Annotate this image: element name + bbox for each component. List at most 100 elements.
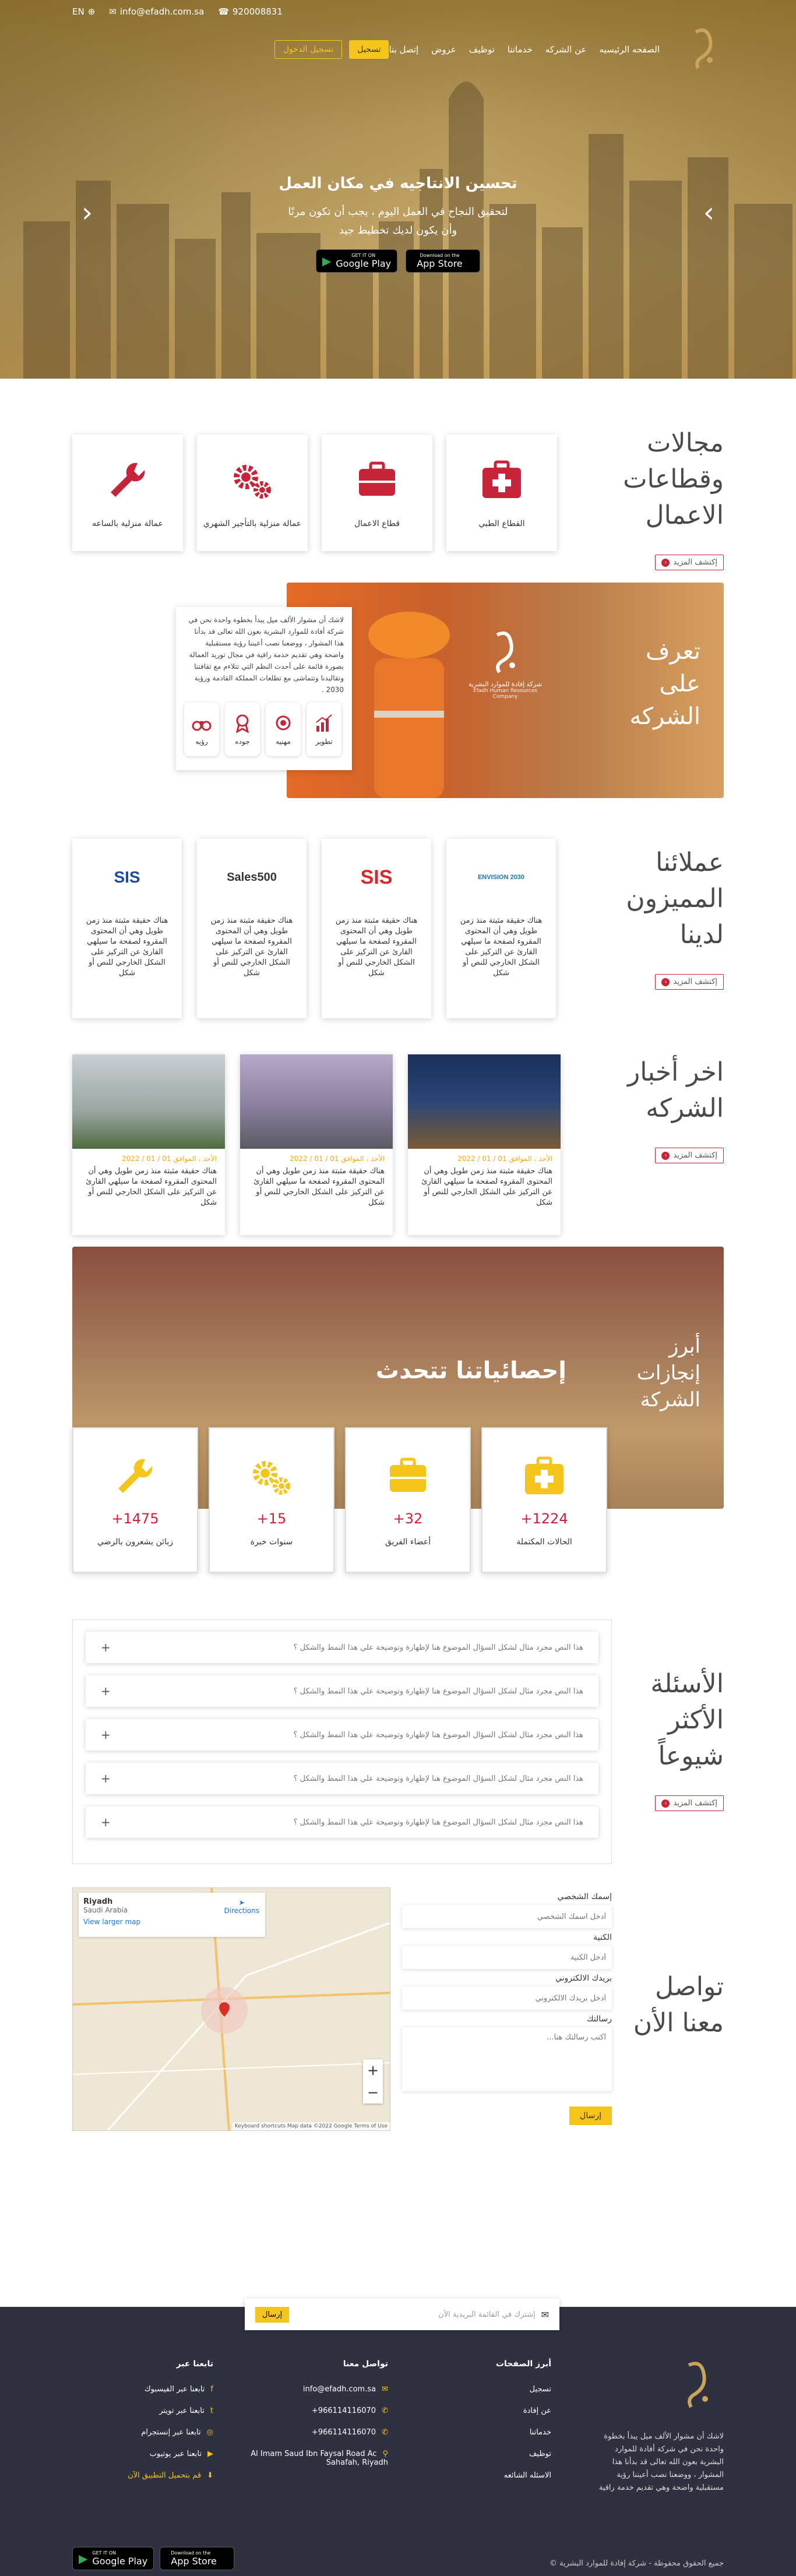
footer-link[interactable]: تسجيل	[496, 2385, 551, 2394]
client-card[interactable]: ENVISION 2030 هناك حقيقة مثبتة منذ زمن ط…	[446, 839, 556, 1018]
footer-phone[interactable]: ✆ 966114116070+	[237, 2406, 388, 2415]
app-store-badge[interactable]: Download on the App Store	[160, 2547, 235, 2570]
footer-phone-text: 966114116070+	[311, 2428, 376, 2437]
social-label: تابعنا عبر تويتر	[159, 2406, 205, 2415]
facebook-link[interactable]: f تابعنا عبر الفيسبوك	[73, 2385, 213, 2394]
nav-about[interactable]: عن الشركه	[545, 44, 587, 55]
plus-icon[interactable]: +	[101, 1728, 111, 1742]
plus-icon[interactable]: +	[101, 1772, 111, 1785]
faq-item[interactable]: هذا النص مجرد مثال لشكل السؤال الموضوع ه…	[86, 1763, 598, 1794]
instagram-link[interactable]: ◎ تابعنا عبر إنستجرام	[73, 2428, 213, 2437]
contact-section: تواصل معنا الأن Riyadh Saudi Arabia View…	[0, 1876, 796, 2225]
news-card[interactable]: الأحد ، الموافق 01 / 01 / 2022 هناك حقيق…	[408, 1054, 561, 1235]
plus-icon[interactable]: +	[101, 1640, 111, 1654]
plus-icon[interactable]: +	[101, 1815, 111, 1829]
client-text: هناك حقيقة مثبتة منذ زمن طويل وهي أن الم…	[335, 916, 418, 978]
email-input[interactable]	[402, 1986, 612, 2010]
zoom-in-button[interactable]: +	[363, 2059, 383, 2081]
map-larger-link[interactable]: View larger map	[83, 1918, 260, 1926]
language-switch[interactable]: EN ⊕	[72, 6, 95, 17]
faq-more-button[interactable]: إكتشف المزيد ›	[655, 1795, 724, 1811]
youtube-link[interactable]: ▶ تابعنا عبر يوتيوب	[73, 2450, 213, 2458]
faq-item[interactable]: هذا النص مجرد مثال لشكل السؤال الموضوع ه…	[86, 1632, 598, 1663]
faq-item[interactable]: هذا النص مجرد مثال لشكل السؤال الموضوع ه…	[86, 1719, 598, 1751]
about-banner: شركة إفادة للموارد البشرية Efadh Human R…	[287, 583, 724, 798]
google-play-badge[interactable]: ▶ GET IT ON Google Play	[315, 249, 398, 273]
top-contact-bar: EN ⊕ ✉ info@efadh.com.sa ☎ 920008831	[0, 0, 796, 23]
arrow-circle-icon: ›	[661, 558, 670, 567]
faq-item[interactable]: هذا النص مجرد مثال لشكل السؤال الموضوع ه…	[86, 1806, 598, 1838]
twitter-link[interactable]: t تابعنا عبر تويتر	[73, 2406, 213, 2415]
news-more-button[interactable]: إكتشف المزيد ›	[655, 1148, 724, 1163]
surname-input[interactable]	[402, 1946, 612, 1969]
footer-link[interactable]: خدماتنا	[496, 2428, 551, 2437]
app-store-badge[interactable]: Download on the App Store	[406, 249, 481, 273]
footer-link[interactable]: عن إفادة	[496, 2406, 551, 2415]
email-label: بريدك الالكتروني	[555, 1974, 612, 1983]
nav-home[interactable]: الصفحه الرئيسيه	[600, 44, 660, 55]
location-pin-icon: ⚲	[382, 2450, 388, 2458]
stat-number: 1224+	[520, 1511, 568, 1527]
newsletter-submit-button[interactable]: إرسال	[255, 2306, 290, 2323]
register-button[interactable]: تسجيل	[349, 40, 389, 59]
google-play-badge[interactable]: ▶ GET IT ON Google Play	[72, 2547, 154, 2570]
news-card[interactable]: الأحد ، الموافق 01 / 01 / 2022 هناك حقيق…	[72, 1054, 225, 1235]
feature-professional[interactable]: مهنيه	[266, 703, 301, 756]
plus-icon[interactable]: +	[101, 1684, 111, 1698]
client-card[interactable]: Sales500 هناك حقيقة مثبتة منذ زمن طويل و…	[197, 839, 307, 1018]
stat-cards: 1475+ زبائن يشعرون بالرضي 15+ سنوات خبرة…	[72, 1427, 607, 1573]
nav-offers[interactable]: عروض	[431, 44, 456, 55]
google-map[interactable]: Riyadh Saudi Arabia View larger map ➤ Dir…	[72, 1887, 390, 2131]
news-card[interactable]: الأحد ، الموافق 01 / 01 / 2022 هناك حقيق…	[240, 1054, 393, 1235]
sector-card-business[interactable]: قطاع الاعمال	[322, 435, 432, 551]
sector-card-hourly[interactable]: عمالة منزلية بالساعه	[72, 435, 183, 551]
sector-cards: عمالة منزلية بالساعه عمالة منزلية بالتأج…	[72, 435, 557, 551]
nav-services[interactable]: خدماتنا	[508, 44, 533, 55]
phone-link[interactable]: ☎ 920008831	[218, 6, 283, 17]
download-app-link[interactable]: ⬇ قم بتحميل التطبيق الآن	[73, 2471, 213, 2480]
stat-label: أعضاء الفريق	[385, 1537, 431, 1547]
sector-label: قطاع الاعمال	[354, 519, 400, 528]
nav-jobs[interactable]: توظيف	[469, 44, 495, 55]
faq-section: الأسئلة الأكثر شيوعاً إكتشف المزيد › هذا …	[0, 1619, 796, 1876]
footer-link[interactable]: توظيف	[496, 2450, 551, 2458]
contact-heading-block: تواصل معنا الأن	[625, 1969, 724, 2041]
feature-vision[interactable]: رؤيه	[184, 703, 219, 756]
sectors-more-button[interactable]: إكتشف المزيد ›	[655, 555, 724, 570]
feature-development[interactable]: تطوير	[307, 703, 341, 756]
sector-card-medical[interactable]: القطاع الطبي	[446, 435, 557, 551]
message-textarea[interactable]	[402, 2027, 612, 2091]
client-card[interactable]: SIS هناك حقيقة مثبتة منذ زمن طويل وهي أن…	[322, 839, 431, 1018]
map-directions-button[interactable]: ➤ Directions	[224, 1899, 259, 1915]
footer-link[interactable]: الاسئله الشائعه	[496, 2471, 551, 2480]
about-text: لاشك أن مشوار الألف ميل يبدأ بخطوة واحدة…	[188, 616, 344, 694]
login-button[interactable]: تسجيل الدخول	[274, 40, 343, 59]
zoom-out-button[interactable]: −	[363, 2081, 383, 2104]
email-link[interactable]: ✉ info@efadh.com.sa	[109, 6, 204, 17]
footer-email[interactable]: ✉ info@efadh.com.sa	[237, 2385, 388, 2394]
hero-title: تحسين الانتاجيه في مكان العمل	[279, 175, 517, 192]
app-store-big-text: App Store	[417, 258, 463, 269]
name-input[interactable]	[402, 1905, 612, 1928]
efadh-white-logo	[496, 631, 515, 673]
faq-item[interactable]: هذا النص مجرد مثال لشكل السؤال الموضوع ه…	[86, 1675, 598, 1707]
directions-icon: ➤	[238, 1899, 245, 1907]
surname-label: الكنية	[593, 1933, 612, 1942]
nav-contact[interactable]: إتصل بنا	[389, 44, 418, 55]
google-play-big-text: Google Play	[92, 2556, 148, 2567]
efadh-logo[interactable]	[683, 26, 724, 73]
client-card[interactable]: SIS هناك حقيقة مثبتة منذ زمن طويل وهي أن…	[72, 839, 182, 1018]
medical-kit-icon	[482, 460, 521, 498]
send-button[interactable]: إرسال	[569, 2106, 612, 2125]
about-logo-english: Efadh Human Resources Company	[473, 688, 537, 700]
client-text: هناك حقيقة مثبتة منذ زمن طويل وهي أن الم…	[460, 916, 543, 978]
sector-card-monthly[interactable]: عمالة منزلية بالتأجير الشهري	[197, 435, 308, 551]
stat-number: 1475+	[111, 1511, 159, 1527]
clients-more-button[interactable]: إكتشف المزيد ›	[655, 974, 724, 990]
client-logo-sis-red: SIS	[331, 848, 422, 906]
map-info-card: Riyadh Saudi Arabia View larger map ➤ Dir…	[79, 1893, 265, 1937]
footer-phone[interactable]: ✆ 966114116070+	[237, 2428, 388, 2437]
arrow-circle-icon: ›	[661, 978, 670, 986]
newsletter-input[interactable]: إشترك في القائمة البريدية الآن	[289, 2310, 535, 2319]
feature-quality[interactable]: جوده	[225, 703, 260, 756]
